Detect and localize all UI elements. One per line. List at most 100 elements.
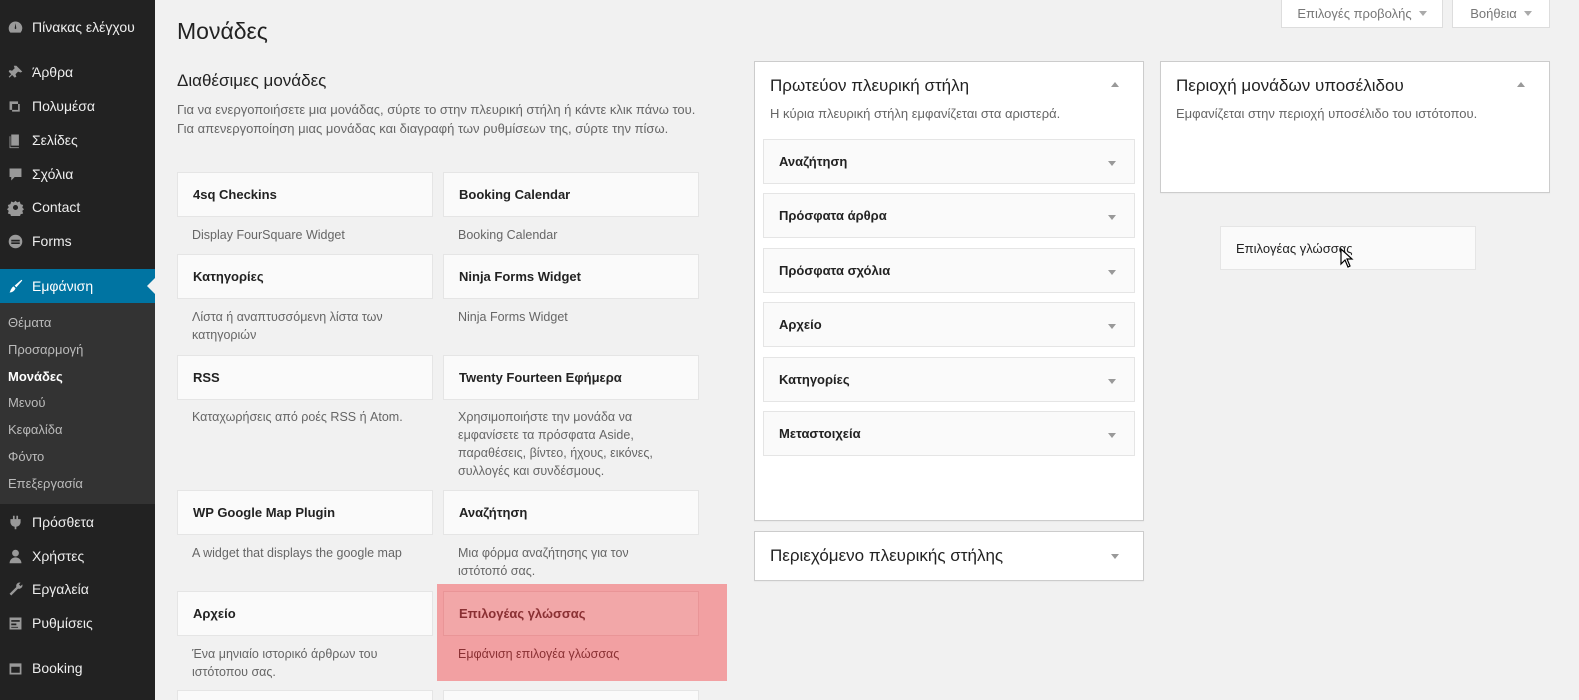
menu-label: Σελίδες [32,132,78,148]
expand-icon[interactable] [1108,270,1116,275]
submenu-item-customize[interactable]: Προσαρμογή [8,342,83,357]
widget-rss[interactable]: RSS [177,355,433,400]
widget-categories[interactable]: Κατηγορίες [177,254,433,299]
widget-description: Καταχωρήσεις από ροές RSS ή Atom. [192,410,403,424]
widget-description: Μια φόρμα αναζήτησης για τον ιστότοπό σα… [458,546,629,578]
sidebar-widget-search[interactable]: Αναζήτηση [763,139,1135,184]
expand-icon[interactable] [1108,324,1116,329]
widget-title: RSS [193,370,220,385]
widget-title: Booking Calendar [459,187,571,202]
menu-label: Άρθρα [32,64,74,80]
menu-item-dashboard[interactable]: Πίνακας ελέγχου [0,10,155,44]
calendar-icon [5,658,25,678]
menu-label: Εμφάνιση [32,278,94,294]
expand-icon[interactable] [1111,554,1119,559]
widget-next[interactable] [443,690,699,700]
help-button[interactable]: Βοήθεια [1452,0,1550,28]
page-title: Μονάδες [177,18,268,44]
content-sidebar[interactable]: Περιεχόμενο πλευρικής στήλης [754,531,1144,581]
mouse-cursor-icon [1340,248,1354,268]
pushpin-icon [5,62,25,82]
pages-icon [5,130,25,150]
widget-search[interactable]: Αναζήτηση [443,490,699,535]
menu-item-appearance[interactable]: Εμφάνιση [0,269,155,303]
submenu-item-menus[interactable]: Μενού [8,395,45,410]
widget-description: Εμφάνιση επιλογέα γλώσσας [458,647,620,661]
widget-title: Πρόσφατα σχόλια [779,263,891,278]
widget-wp-google-map[interactable]: WP Google Map Plugin [177,490,433,535]
menu-item-pages[interactable]: Σελίδες [0,123,155,157]
menu-label: Booking [32,660,83,676]
submenu-item-themes[interactable]: Θέματα [8,315,51,330]
primary-sidebar-description: Η κύρια πλευρική στήλη εμφανίζεται στα α… [770,106,1061,121]
sidebar-widget-archive[interactable]: Αρχείο [763,302,1135,347]
submenu-item-editor[interactable]: Επεξεργασία [8,476,83,491]
dashboard-icon [5,17,25,37]
menu-item-settings[interactable]: Ρυθμίσεις [0,606,155,640]
wrench-icon [5,579,25,599]
settings-icon [5,613,25,633]
widget-description: Ένα μηνιαίο ιστορικό άρθρων του ιστότοπο… [192,647,378,679]
sidebar-widget-recent-posts[interactable]: Πρόσφατα άρθρα [763,193,1135,238]
widget-language-switcher[interactable]: Επιλογέας γλώσσας [443,591,699,636]
comment-icon [5,164,25,184]
menu-item-posts[interactable]: Άρθρα [0,55,155,89]
widget-title: Αναζήτηση [779,154,848,169]
expand-icon[interactable] [1108,215,1116,220]
widget-description: Ninja Forms Widget [458,310,568,324]
widget-title: Επιλογέας γλώσσας [459,606,586,621]
widget-description: Λίστα ή αναπτυσσόμενη λίστα των κατηγορι… [192,310,383,342]
menu-item-contact[interactable]: Contact [0,190,155,224]
menu-label: Πίνακας ελέγχου [32,19,135,35]
widget-description: Χρησιμοποιήστε την μονάδα να εμφανίσετε … [458,410,653,478]
menu-label: Πρόσθετα [32,514,94,530]
menu-label: Σχόλια [32,166,74,182]
paintbrush-icon [5,276,25,296]
menu-label: Forms [32,233,72,249]
widget-title: Αρχείο [779,317,822,332]
menu-label: Χρήστες [32,548,85,564]
collapse-icon[interactable] [1111,82,1119,87]
menu-item-forms[interactable]: Forms [0,224,155,258]
widget-description: A widget that displays the google map [192,546,402,560]
menu-item-media[interactable]: Πολυμέσα [0,89,155,123]
forms-icon [5,231,25,251]
widget-4sq-checkins[interactable]: 4sq Checkins [177,172,433,217]
primary-sidebar-title: Πρωτεύον πλευρική στήλη [770,76,970,95]
widget-booking-calendar[interactable]: Booking Calendar [443,172,699,217]
menu-item-tools[interactable]: Εργαλεία [0,572,155,606]
caret-down-icon [1523,11,1532,16]
sidebar-widget-meta[interactable]: Μεταστοιχεία [763,411,1135,456]
submenu-item-header[interactable]: Κεφαλίδα [8,422,63,437]
sidebar-widget-recent-comments[interactable]: Πρόσφατα σχόλια [763,248,1135,293]
menu-item-comments[interactable]: Σχόλια [0,157,155,191]
menu-item-booking[interactable]: Booking [0,651,155,685]
menu-item-plugins[interactable]: Πρόσθετα [0,505,155,539]
widget-title: Αρχείο [193,606,236,621]
menu-item-users[interactable]: Χρήστες [0,539,155,573]
sidebar-widget-categories[interactable]: Κατηγορίες [763,357,1135,402]
widget-archive[interactable]: Αρχείο [177,591,433,636]
dragging-widget-label: Επιλογέας γλώσσας [1236,240,1353,256]
expand-icon[interactable] [1108,433,1116,438]
menu-label: Ρυθμίσεις [32,615,93,631]
available-widgets-title: Διαθέσιμες μονάδες [177,71,327,90]
submenu-item-background[interactable]: Φόντο [8,449,44,464]
widget-next[interactable] [177,690,433,700]
widget-title: Αναζήτηση [459,505,528,520]
help-label: Βοήθεια [1470,6,1517,21]
screen-options-button[interactable]: Επιλογές προβολής [1281,0,1443,28]
caret-down-icon [1418,11,1427,16]
widget-twenty-fourteen-ephemera[interactable]: Twenty Fourteen Εφήμερα [443,355,699,400]
admin-menu: Πίνακας ελέγχου Άρθρα Πολυμέσα Σελίδες Σ… [0,0,155,700]
widget-ninja-forms[interactable]: Ninja Forms Widget [443,254,699,299]
expand-icon[interactable] [1108,379,1116,384]
collapse-icon[interactable] [1517,82,1525,87]
menu-label: Πολυμέσα [32,98,95,114]
gear-icon [5,197,25,217]
content-sidebar-title: Περιεχόμενο πλευρικής στήλης [770,546,1004,565]
submenu-item-widgets[interactable]: Μονάδες [8,369,63,384]
footer-widget-area-title: Περιοχή μονάδων υποσέλιδου [1176,76,1404,95]
user-icon [5,546,25,566]
expand-icon[interactable] [1108,161,1116,166]
